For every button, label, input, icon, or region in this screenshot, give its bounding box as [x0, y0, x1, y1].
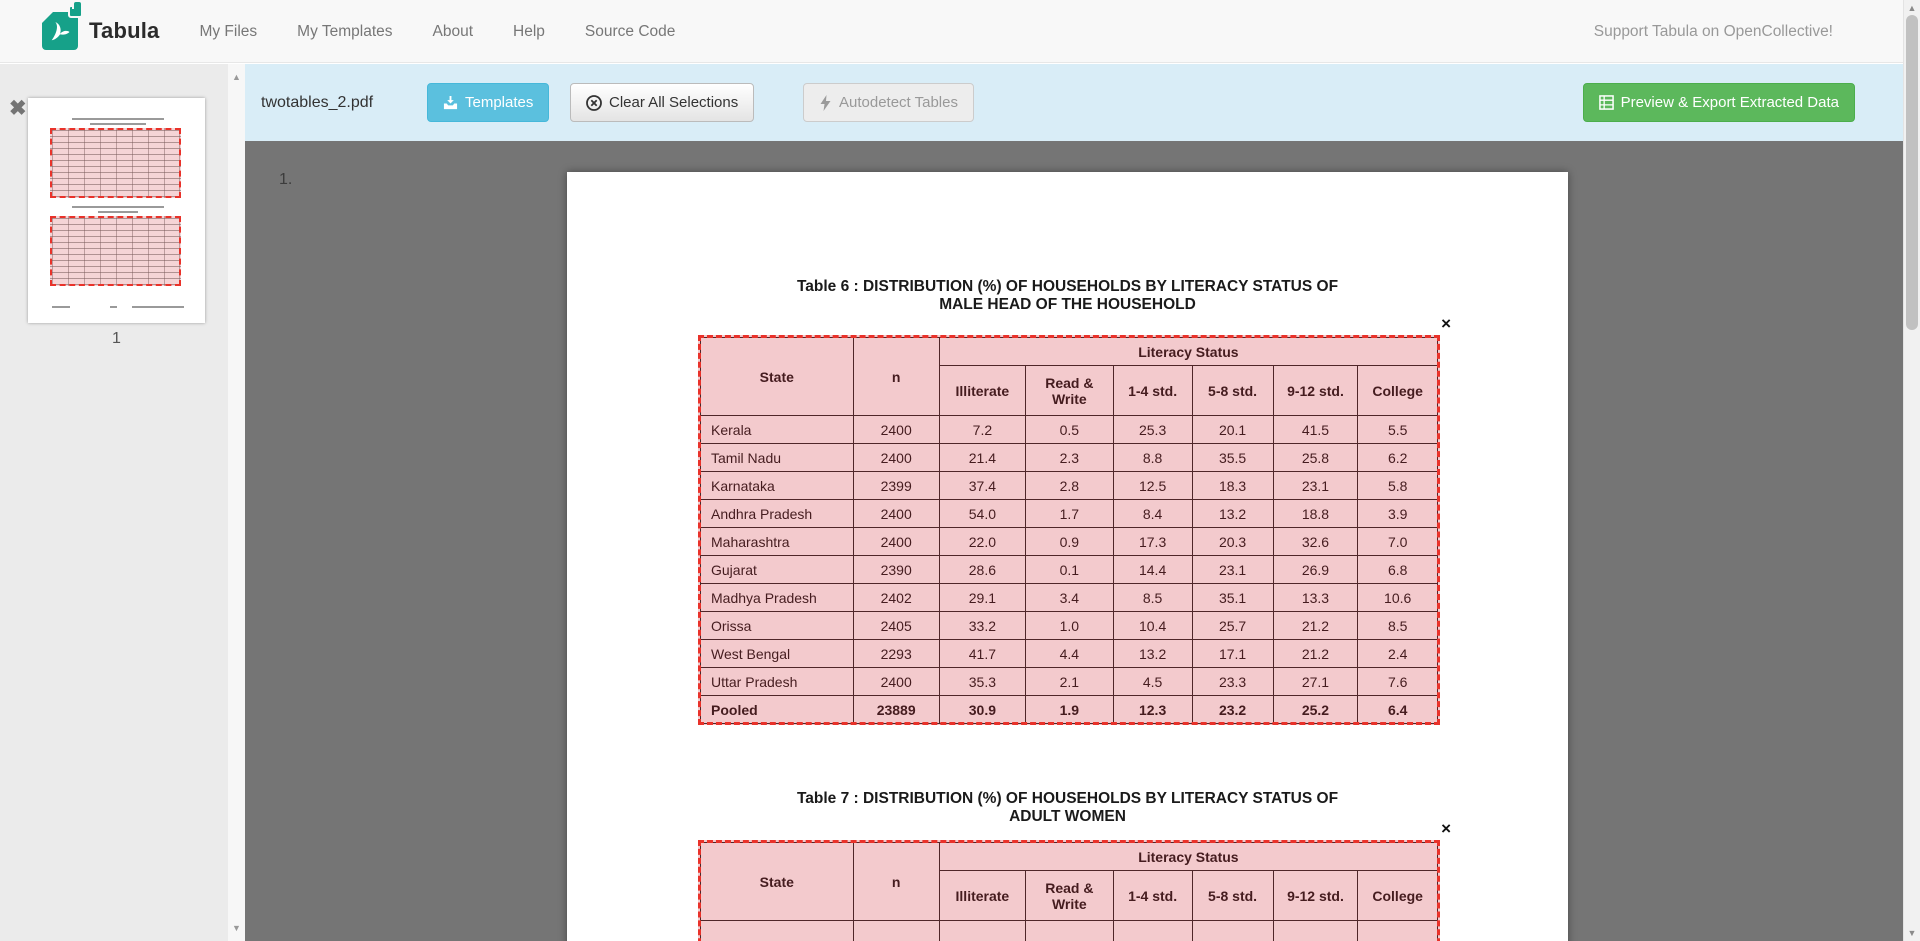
- tabula-logo-icon: [42, 12, 78, 50]
- nav-links: My Files My Templates About Help Source …: [179, 0, 695, 63]
- brand-name[interactable]: Tabula: [89, 18, 159, 44]
- toolbar: twotables_2.pdf Templates Clear All Sele…: [245, 64, 1903, 141]
- table6-selection-overlay[interactable]: [698, 335, 1440, 725]
- templates-button-label: Templates: [465, 94, 533, 111]
- table6-title-line2: MALE HEAD OF THE HOUSEHOLD: [567, 296, 1568, 314]
- document-filename: twotables_2.pdf: [261, 64, 373, 141]
- nav-item-source-code[interactable]: Source Code: [565, 0, 695, 63]
- page-thumbnail[interactable]: [28, 98, 205, 323]
- table7-title-line1: Table 7 : DISTRIBUTION (%) OF HOUSEHOLDS…: [567, 790, 1568, 808]
- table7-title-line2: ADULT WOMEN: [567, 808, 1568, 826]
- nav-item-about[interactable]: About: [413, 0, 494, 63]
- sidebar-scrollbar[interactable]: ▲ ▼: [228, 64, 245, 941]
- thumb-selection-2: [50, 216, 181, 286]
- scrollbar-thumb[interactable]: [1906, 15, 1918, 330]
- thumb-footer-line: [52, 306, 70, 308]
- table6-title: Table 6 : DISTRIBUTION (%) OF HOUSEHOLDS…: [567, 278, 1568, 314]
- scroll-up-icon[interactable]: ▲: [228, 72, 245, 82]
- clear-button-label: Clear All Selections: [609, 94, 738, 111]
- tabula-app: Tabula My Files My Templates About Help …: [0, 0, 1920, 941]
- remove-circle-icon: [586, 95, 602, 111]
- support-link[interactable]: Support Tabula on OpenCollective!: [1594, 0, 1833, 63]
- clear-all-selections-button[interactable]: Clear All Selections: [570, 83, 754, 122]
- table7-remove-selection-icon[interactable]: ×: [1441, 820, 1451, 837]
- page-marker: 1.: [279, 171, 292, 189]
- nav-item-help[interactable]: Help: [493, 0, 565, 63]
- selection-region-table6: StatenLiteracy StatusIlliterateRead & Wr…: [700, 337, 1438, 723]
- nav-item-my-files[interactable]: My Files: [179, 0, 277, 63]
- table6-title-line1: Table 6 : DISTRIBUTION (%) OF HOUSEHOLDS…: [567, 278, 1568, 296]
- export-button-label: Preview & Export Extracted Data: [1621, 94, 1839, 111]
- table6-remove-selection-icon[interactable]: ×: [1441, 315, 1451, 332]
- pdf-swirl-glyph: [47, 19, 73, 45]
- table7-title: Table 7 : DISTRIBUTION (%) OF HOUSEHOLDS…: [567, 790, 1568, 826]
- pdf-viewer: 1. Table 6 : DISTRIBUTION (%) OF HOUSEHO…: [245, 141, 1903, 941]
- scroll-down-icon[interactable]: ▼: [1904, 928, 1920, 938]
- navbar: Tabula My Files My Templates About Help …: [0, 0, 1920, 63]
- table-list-icon: [1599, 95, 1614, 110]
- sidebar: ✖ 1 ▲ ▼: [0, 64, 245, 941]
- table7-selection-overlay[interactable]: [698, 840, 1440, 941]
- thumb-selection-1: [50, 128, 181, 198]
- thumb-footer-line: [110, 306, 117, 308]
- lock-icon: [68, 5, 83, 18]
- scroll-up-icon[interactable]: ▲: [1904, 3, 1920, 13]
- window-scrollbar[interactable]: ▲ ▼: [1903, 0, 1920, 941]
- lightning-bolt-icon: [819, 95, 832, 111]
- templates-button[interactable]: Templates: [427, 83, 549, 122]
- thumb-title-line: [72, 206, 164, 208]
- autodetect-button-label: Autodetect Tables: [839, 94, 958, 111]
- scroll-down-icon[interactable]: ▼: [228, 923, 245, 933]
- thumbnail-page-number: 1: [0, 330, 233, 348]
- pdf-page[interactable]: Table 6 : DISTRIBUTION (%) OF HOUSEHOLDS…: [567, 172, 1568, 941]
- autodetect-tables-button[interactable]: Autodetect Tables: [803, 83, 974, 122]
- preview-export-button[interactable]: Preview & Export Extracted Data: [1583, 83, 1855, 122]
- thumb-title-line: [72, 118, 164, 120]
- nav-item-my-templates[interactable]: My Templates: [277, 0, 412, 63]
- thumb-title-line: [98, 211, 138, 213]
- remove-page-icon[interactable]: ✖: [9, 98, 27, 119]
- selection-region-table7: StatenLiteracy StatusIlliterateRead & Wr…: [700, 842, 1438, 941]
- thumb-footer-line: [132, 306, 184, 308]
- thumb-title-line: [90, 123, 146, 125]
- brand[interactable]: Tabula: [42, 12, 159, 50]
- save-template-icon: [443, 95, 458, 110]
